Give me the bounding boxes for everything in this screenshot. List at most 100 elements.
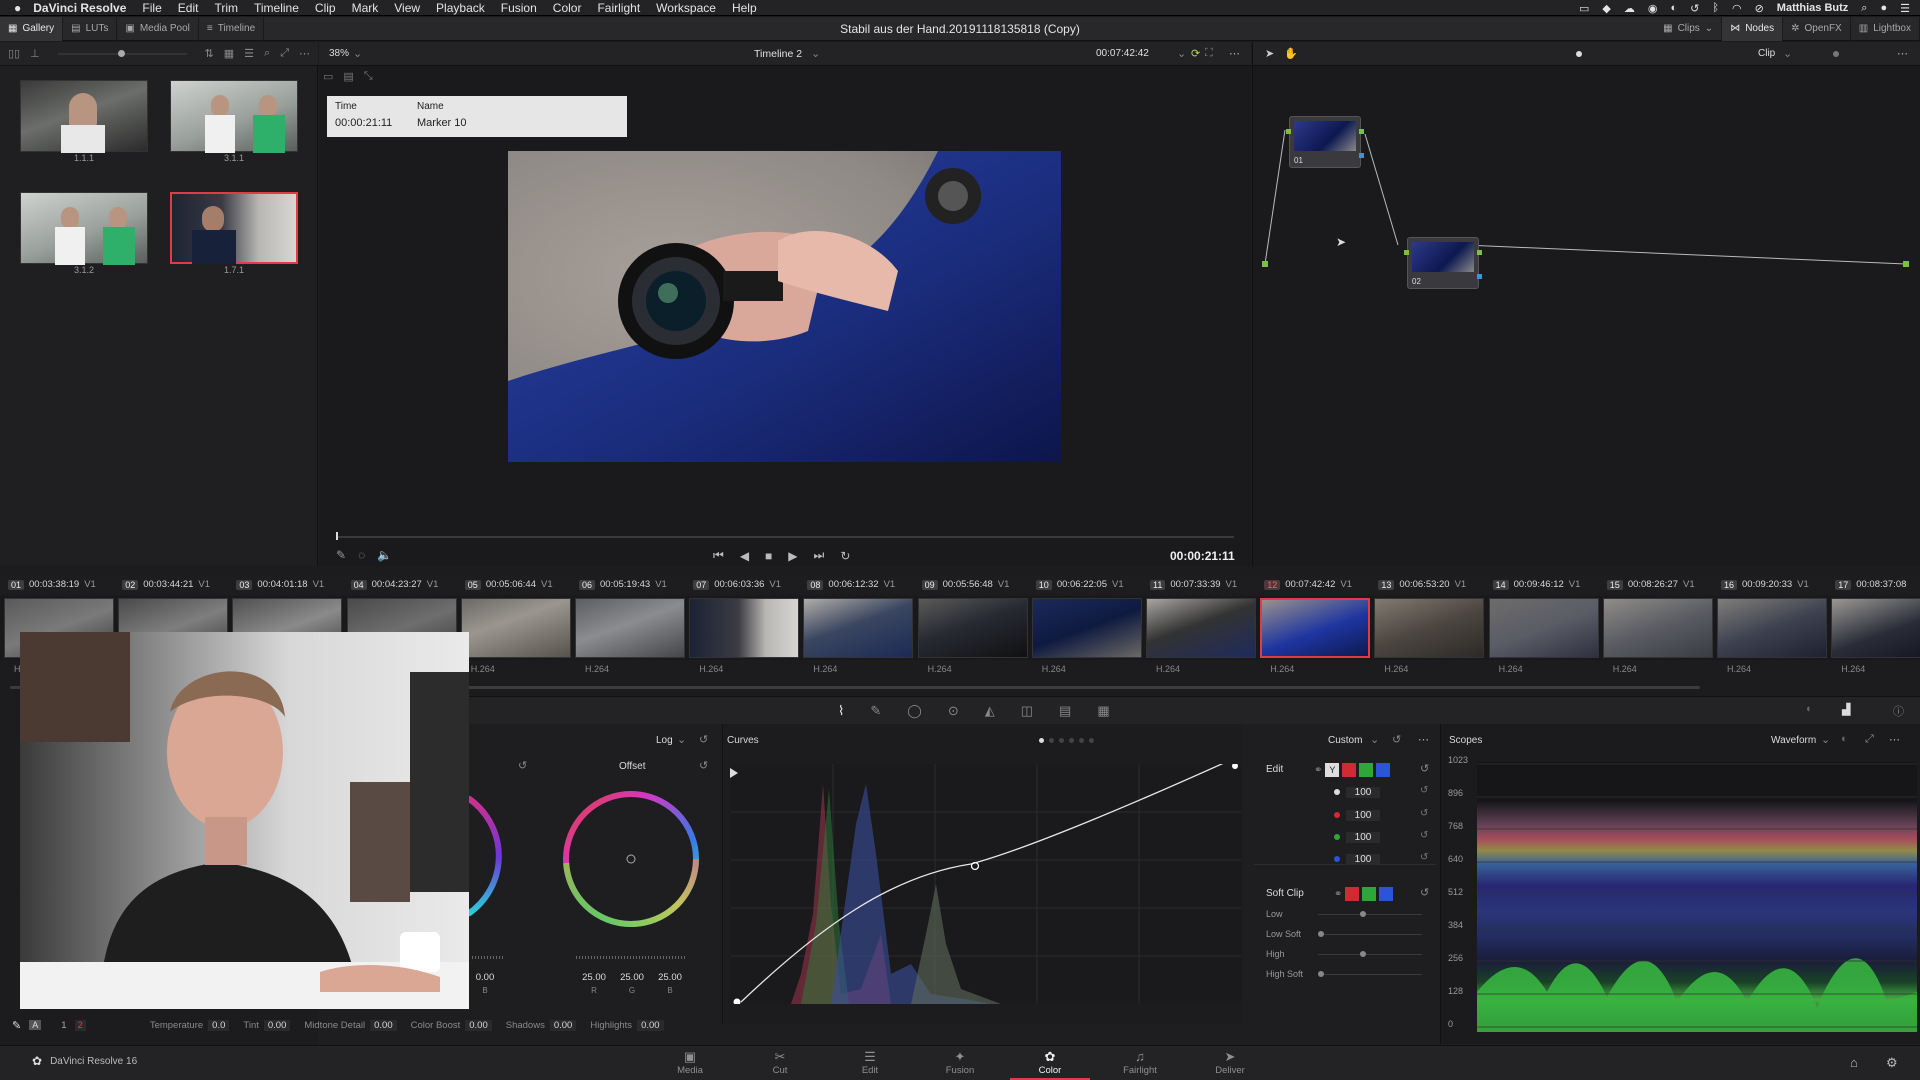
menu-timeline[interactable]: Timeline bbox=[254, 1, 299, 15]
edit-y-value[interactable]: 100 bbox=[1346, 786, 1380, 798]
adjust-page-2[interactable]: 2 bbox=[74, 1019, 86, 1031]
menu-playback[interactable]: Playback bbox=[436, 1, 485, 15]
magic-mask-icon[interactable]: ◭ bbox=[985, 703, 995, 719]
home-icon[interactable]: ⌂ bbox=[1850, 1055, 1858, 1070]
gallery-search-icon[interactable]: ⌕ bbox=[264, 47, 270, 60]
timeline-clip[interactable] bbox=[917, 598, 1028, 658]
viewer-scrubber[interactable] bbox=[336, 532, 1234, 540]
wheels-reset-icon[interactable]: ↺ bbox=[699, 733, 708, 746]
adjust-tool-icon[interactable]: ✎ bbox=[12, 1019, 21, 1032]
page-tab-cut[interactable]: ✂ Cut bbox=[740, 1045, 820, 1080]
curves-graph[interactable] bbox=[731, 764, 1241, 1004]
scopes-toggle-icon[interactable]: ▟ bbox=[1842, 703, 1850, 716]
scope-type-select[interactable]: Waveform bbox=[1771, 735, 1816, 746]
wifi-icon[interactable]: ◠ bbox=[1732, 2, 1742, 15]
info-icon[interactable]: ⓘ bbox=[1893, 703, 1904, 719]
color-boost-value[interactable]: 0.00 bbox=[465, 1019, 492, 1031]
blur-icon[interactable]: ◫ bbox=[1021, 703, 1033, 719]
node-input-green[interactable] bbox=[1404, 250, 1409, 255]
node-input-green[interactable] bbox=[1286, 129, 1291, 134]
gallery-list-view-icon[interactable]: ☰ bbox=[244, 47, 254, 60]
node-output-green[interactable] bbox=[1477, 250, 1482, 255]
timeline-clip-selected[interactable] bbox=[1260, 598, 1371, 658]
node-02[interactable]: 02 bbox=[1404, 237, 1482, 289]
menu-file[interactable]: File bbox=[142, 1, 161, 15]
gallery-still[interactable] bbox=[20, 80, 148, 153]
screen-icon[interactable]: ▭ bbox=[1579, 2, 1589, 15]
menu-app-name[interactable]: DaVinci Resolve bbox=[33, 1, 126, 15]
page-tab-fairlight[interactable]: ♫ Fairlight bbox=[1100, 1045, 1180, 1080]
edit-y-button[interactable]: Y bbox=[1325, 763, 1340, 777]
notification-center-icon[interactable]: ☰ bbox=[1900, 2, 1910, 15]
gallery-button[interactable]: ▦ Gallery bbox=[0, 16, 64, 41]
timeline-clip[interactable] bbox=[1146, 598, 1256, 658]
edit-b-value[interactable]: 100 bbox=[1346, 853, 1380, 865]
row-reset-icon[interactable]: ↺ bbox=[1420, 830, 1428, 841]
curve-start-marker[interactable] bbox=[730, 768, 738, 778]
play-icon[interactable]: ▶ bbox=[788, 549, 797, 563]
menu-trim[interactable]: Trim bbox=[214, 1, 238, 15]
scope-more-icon[interactable]: ⋯ bbox=[1889, 733, 1900, 746]
timeline-clip[interactable] bbox=[575, 598, 685, 658]
audio-icon[interactable]: 🔈 bbox=[377, 548, 392, 562]
qualifier-icon[interactable]: ✎ bbox=[870, 703, 881, 719]
gallery-grid-icon[interactable]: ▦ bbox=[224, 47, 234, 60]
timeline-clip[interactable] bbox=[1374, 598, 1485, 658]
menu-edit[interactable]: Edit bbox=[178, 1, 199, 15]
timeline-clip[interactable] bbox=[1602, 598, 1713, 658]
timeline-clip[interactable] bbox=[460, 598, 571, 658]
curves-page-dot[interactable] bbox=[1069, 738, 1074, 743]
clips-button[interactable]: ▦ Clips ⌄ bbox=[1655, 16, 1723, 41]
curves-page-dot[interactable] bbox=[1059, 738, 1064, 743]
curves-page-dot[interactable] bbox=[1079, 738, 1084, 743]
page-tab-color[interactable]: ✿ Color bbox=[1010, 1045, 1090, 1080]
gallery-sort-icon[interactable]: ⇅ bbox=[205, 47, 214, 60]
edit-blue-button[interactable] bbox=[1376, 763, 1391, 777]
stop-icon[interactable]: ■ bbox=[765, 549, 772, 563]
gallery-still-selected[interactable] bbox=[170, 192, 298, 264]
curves-page-dot[interactable] bbox=[1039, 738, 1044, 743]
apple-icon[interactable]: ● bbox=[14, 1, 21, 15]
row-reset-icon[interactable]: ↺ bbox=[1420, 852, 1428, 863]
record-icon[interactable]: ◉ bbox=[1648, 2, 1658, 15]
temperature-value[interactable]: 0.0 bbox=[208, 1019, 230, 1031]
menu-clip[interactable]: Clip bbox=[315, 1, 336, 15]
tracker-icon[interactable]: ⊙ bbox=[948, 703, 959, 719]
timeline-clip[interactable] bbox=[689, 598, 800, 658]
offset-color-wheel[interactable] bbox=[562, 790, 700, 928]
window-icon[interactable]: ◯ bbox=[907, 703, 922, 719]
sizing-icon[interactable]: ▦ bbox=[1097, 703, 1109, 719]
page-tab-media[interactable]: ▣ Media bbox=[650, 1045, 730, 1080]
left-master-wheel[interactable] bbox=[472, 956, 504, 959]
siri-icon[interactable]: ● bbox=[1880, 2, 1887, 14]
auto-balance-icon[interactable]: A bbox=[29, 1020, 42, 1030]
node-output-green[interactable] bbox=[1359, 129, 1364, 134]
gallery-still[interactable] bbox=[20, 192, 148, 265]
bluetooth-icon[interactable]: ᛒ bbox=[1712, 2, 1719, 14]
high-slider[interactable] bbox=[1318, 951, 1422, 957]
key-icon[interactable]: ▤ bbox=[1059, 703, 1071, 719]
scope-expand-icon[interactable]: ⤢ bbox=[1865, 733, 1874, 746]
viewer-split-icon[interactable]: ▤ bbox=[343, 70, 353, 83]
media-pool-button[interactable]: ▣ Media Pool bbox=[117, 16, 199, 41]
eyedropper-icon[interactable]: ✎ bbox=[336, 548, 346, 562]
sync-icon[interactable]: ⟳ bbox=[1191, 47, 1200, 60]
spotlight-icon[interactable]: ⌕ bbox=[1861, 2, 1867, 15]
offset-r-value[interactable]: 25.00 bbox=[579, 972, 609, 983]
dropbox-icon[interactable]: ◆ bbox=[1602, 2, 1610, 15]
softclip-blue-button[interactable] bbox=[1379, 887, 1394, 901]
viewer-timeline-name[interactable]: Timeline 2 bbox=[754, 48, 802, 60]
viewer-more-icon[interactable]: ⋯ bbox=[1229, 47, 1240, 60]
offset-reset-icon[interactable]: ↺ bbox=[699, 759, 708, 772]
tint-value[interactable]: 0.00 bbox=[263, 1019, 291, 1031]
offset-g-value[interactable]: 25.00 bbox=[617, 972, 647, 983]
link-icon[interactable]: ⚭ bbox=[1334, 889, 1342, 900]
softclip-green-button[interactable] bbox=[1362, 887, 1377, 901]
curves-page-dot[interactable] bbox=[1089, 738, 1094, 743]
timeline-clip[interactable] bbox=[1031, 598, 1142, 658]
viewer-mode-icon[interactable]: ▭ bbox=[323, 70, 333, 83]
node-01[interactable]: 01 bbox=[1286, 116, 1364, 168]
motion-effects-icon[interactable]: ◐ bbox=[1806, 703, 1813, 715]
node-output-blue[interactable] bbox=[1359, 153, 1364, 158]
low-slider[interactable] bbox=[1318, 911, 1422, 917]
